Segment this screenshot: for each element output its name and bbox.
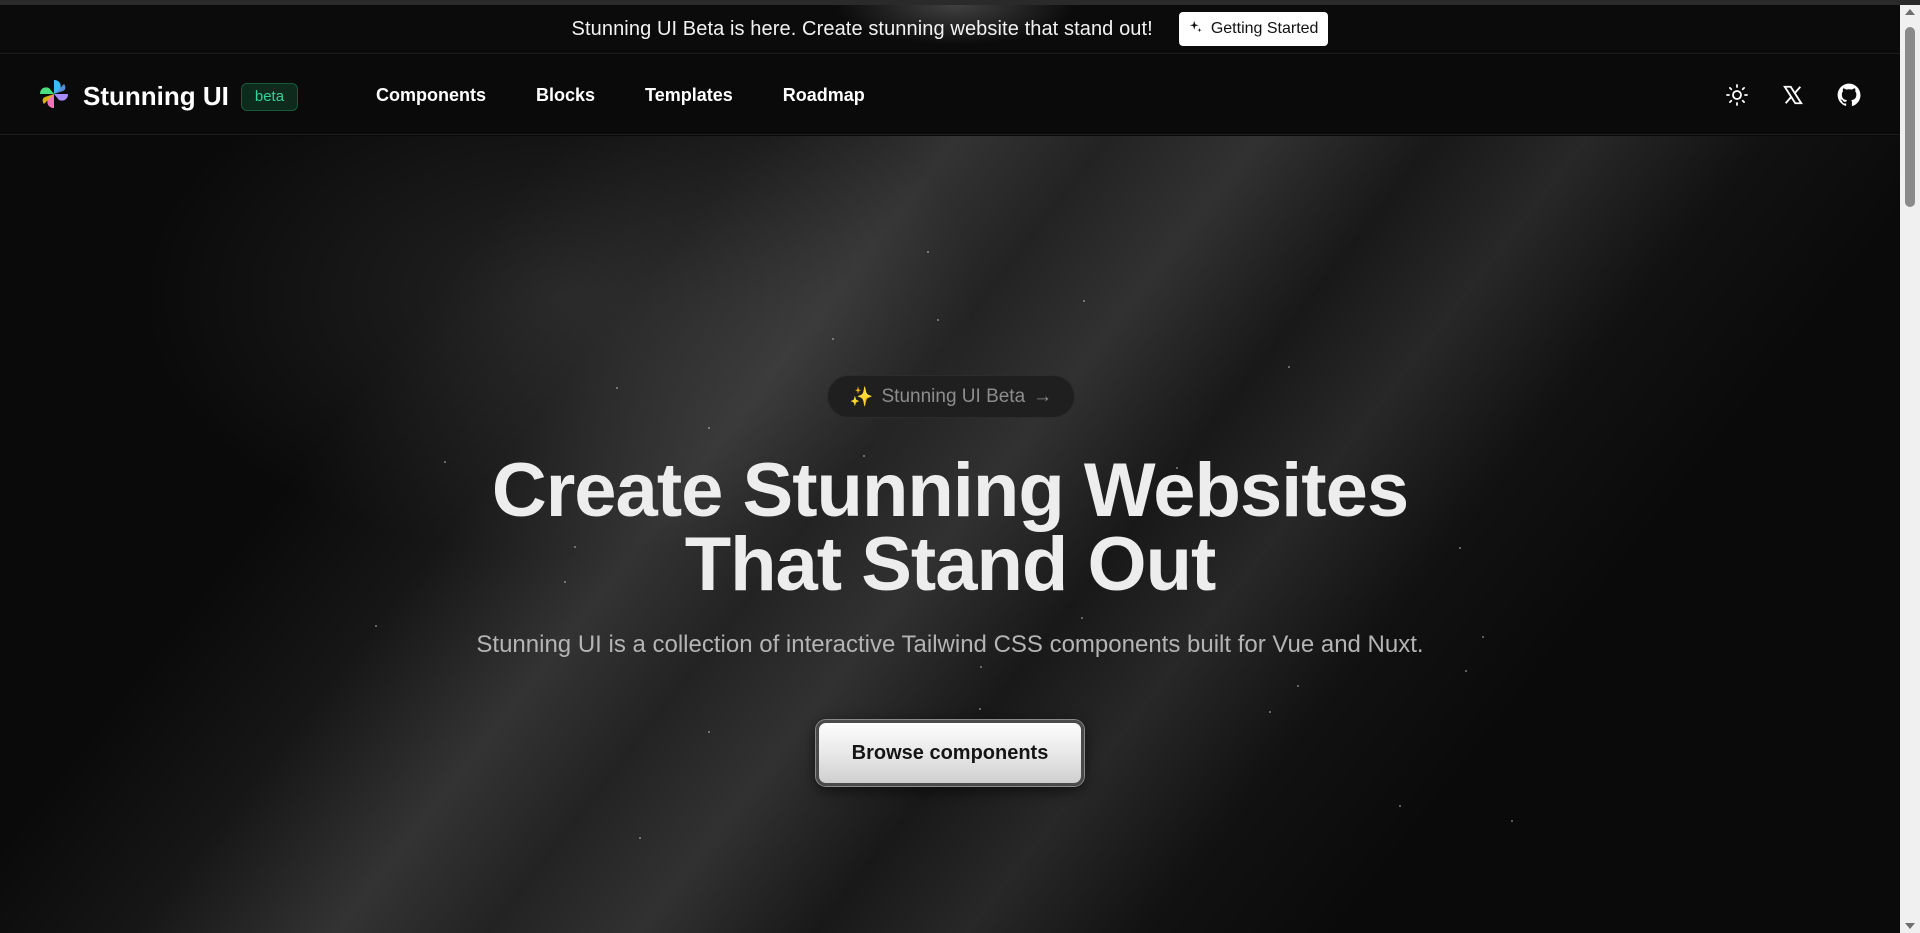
- stunning-ui-logo-icon: [37, 77, 71, 116]
- header-icons: [1724, 55, 1862, 135]
- site-header: Stunning UI beta Components Blocks Templ…: [0, 55, 1900, 135]
- nav-components[interactable]: Components: [376, 85, 486, 106]
- nav-blocks[interactable]: Blocks: [536, 85, 595, 106]
- hero-section: ✨ Stunning UI Beta → Create Stunning Web…: [0, 136, 1900, 933]
- announcement-text: Stunning UI Beta is here. Create stunnin…: [571, 17, 1153, 40]
- brand-name: Stunning UI: [83, 81, 229, 111]
- brand[interactable]: Stunning UI beta: [37, 77, 299, 116]
- scrollbar[interactable]: [1900, 5, 1920, 933]
- browse-components-label: Browse components: [851, 741, 1049, 764]
- main-nav: Components Blocks Templates Roadmap: [376, 55, 865, 135]
- github-icon[interactable]: [1836, 82, 1862, 108]
- announcement-bar: Stunning UI Beta is here. Create stunnin…: [0, 5, 1900, 54]
- scroll-up-arrow-icon[interactable]: [1905, 9, 1915, 15]
- hero-title-line-1: Create Stunning Websites: [491, 448, 1409, 533]
- page: Stunning UI Beta is here. Create stunnin…: [0, 0, 1920, 933]
- arrow-right-icon: →: [1033, 385, 1053, 407]
- nav-roadmap[interactable]: Roadmap: [783, 85, 865, 106]
- nav-templates[interactable]: Templates: [645, 85, 733, 106]
- scroll-down-arrow-icon[interactable]: [1905, 923, 1915, 929]
- scroll-thumb[interactable]: [1905, 27, 1915, 207]
- browse-components-button[interactable]: Browse components: [816, 720, 1084, 786]
- beta-pill[interactable]: ✨ Stunning UI Beta →: [827, 375, 1075, 418]
- pill-label: Stunning UI Beta: [881, 385, 1026, 407]
- sparkle-icon: [1189, 20, 1203, 39]
- sun-icon[interactable]: [1724, 82, 1750, 108]
- beta-badge: beta: [240, 82, 299, 111]
- x-icon[interactable]: [1780, 82, 1806, 108]
- hero-subtitle: Stunning UI is a collection of interacti…: [476, 631, 1424, 658]
- hero-title: Create Stunning Websites That Stand Out: [0, 448, 1900, 607]
- hero-title-line-2: That Stand Out: [684, 522, 1217, 607]
- getting-started-button[interactable]: Getting Started: [1178, 12, 1329, 46]
- getting-started-label: Getting Started: [1210, 20, 1319, 37]
- sparkles-icon: ✨: [849, 386, 874, 408]
